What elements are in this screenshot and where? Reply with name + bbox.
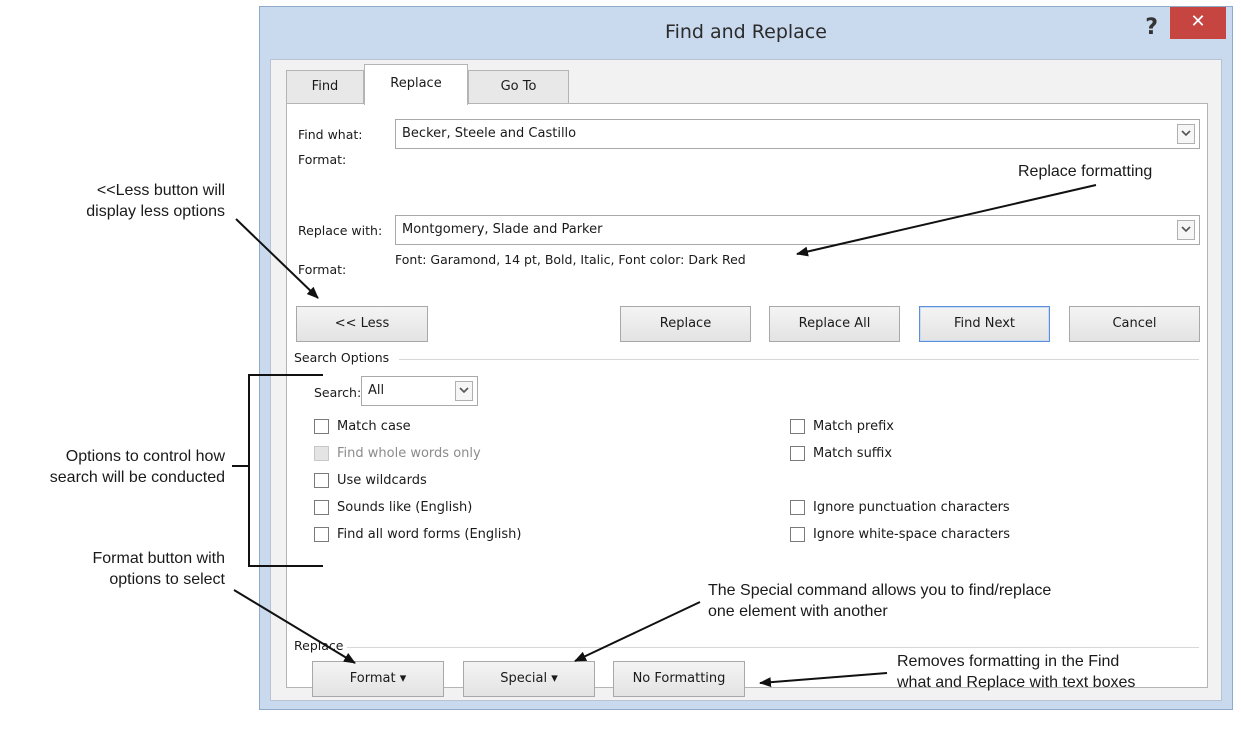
special-annotation-line-2: one element with another [708,603,888,620]
replace-button[interactable]: Replace [620,306,751,342]
ignore-whitespace-option[interactable]: Ignore white-space characters [790,525,1010,543]
wildcards-option[interactable]: Use wildcards [314,471,427,489]
search-direction-select[interactable]: All [361,376,478,406]
close-button[interactable]: ✕ [1170,7,1226,39]
tab-find[interactable]: Find [286,70,364,104]
checkbox[interactable] [314,526,329,542]
dialog-title: Find and Replace [665,21,827,43]
option-label: Find all word forms (English) [337,526,522,542]
replace-with-input[interactable]: Montgomery, Slade and Parker [395,215,1200,245]
option-label: Match suffix [813,445,893,461]
replace-with-value: Montgomery, Slade and Parker [402,222,603,237]
option-label: Match case [337,418,411,434]
help-button[interactable]: ? [1145,15,1158,40]
special-annotation-line-1: The Special command allows you to find/r… [708,582,1052,599]
no-formatting-annotation: Removes formatting in the Find what and … [897,651,1135,693]
tab-replace[interactable]: Replace [364,64,468,105]
checkbox[interactable] [314,472,329,488]
search-direction-value: All [368,383,385,398]
search-direction-dropdown[interactable] [455,381,473,401]
find-what-label: Find what: [298,127,363,142]
checkbox[interactable] [790,526,805,542]
checkbox [314,445,329,461]
find-format-label: Format: [298,152,347,167]
word-forms-option[interactable]: Find all word forms (English) [314,525,521,543]
checkbox[interactable] [790,499,805,515]
replace-formatting-annotation: Replace formatting [1018,163,1153,180]
search-options-divider [399,359,1199,360]
replace-with-dropdown[interactable] [1177,220,1195,240]
less-annotation-line-1: <<Less button will [96,182,225,199]
replace-group-label: Replace [294,638,344,653]
chevron-down-icon [1181,130,1191,137]
match-case-option[interactable]: Match case [314,417,411,435]
checkbox[interactable] [790,418,805,434]
special-annotation: The Special command allows you to find/r… [708,580,1051,622]
find-what-input[interactable]: Becker, Steele and Castillo [395,119,1200,149]
checkbox[interactable] [314,418,329,434]
no-formatting-annotation-line-1: Removes formatting in the Find [897,653,1120,670]
options-annotation-line-1: Options to control how [65,448,225,465]
tab-go-to[interactable]: Go To [468,70,569,104]
option-label: Ignore white-space characters [813,526,1011,542]
options-annotation: Options to control how search will be co… [10,446,225,488]
checkbox[interactable] [314,499,329,515]
replace-format-value: Font: Garamond, 14 pt, Bold, Italic, Fon… [395,252,746,267]
search-options-label: Search Options [294,350,390,365]
match-suffix-option[interactable]: Match suffix [790,444,892,462]
format-annotation-line-2: options to select [109,571,225,588]
match-prefix-option[interactable]: Match prefix [790,417,894,435]
cancel-button[interactable]: Cancel [1069,306,1200,342]
option-label: Sounds like (English) [337,499,473,515]
no-formatting-button[interactable]: No Formatting [613,661,745,697]
find-next-button[interactable]: Find Next [919,306,1050,342]
format-annotation: Format button with options to select [20,548,226,590]
ignore-punctuation-option[interactable]: Ignore punctuation characters [790,498,1010,516]
sounds-like-option[interactable]: Sounds like (English) [314,498,472,516]
chevron-down-icon [1181,226,1191,233]
checkbox[interactable] [790,445,805,461]
replace-with-label: Replace with: [298,223,383,238]
less-annotation: <<Less button will display less options [20,180,225,222]
find-what-dropdown[interactable] [1177,124,1195,144]
format-button[interactable]: Format ▾ [312,661,444,697]
option-label: Ignore punctuation characters [813,499,1010,515]
title-bar: Find and Replace ? ✕ [260,7,1232,59]
chevron-down-icon [459,387,469,394]
search-direction-label: Search: [314,385,362,400]
no-formatting-annotation-line-2: what and Replace with text boxes [897,674,1136,691]
option-label: Use wildcards [337,472,427,488]
whole-words-option: Find whole words only [314,444,481,462]
options-annotation-line-2: search will be conducted [49,469,225,486]
less-button[interactable]: << Less [296,306,428,342]
replace-all-button[interactable]: Replace All [769,306,900,342]
special-button[interactable]: Special ▾ [463,661,595,697]
option-label: Match prefix [813,418,894,434]
option-label: Find whole words only [337,445,481,461]
find-what-value: Becker, Steele and Castillo [402,126,577,141]
replace-format-label: Format: [298,262,347,277]
format-annotation-line-1: Format button with [92,550,226,567]
less-annotation-line-2: display less options [86,203,225,220]
replace-group-divider [347,647,1199,648]
